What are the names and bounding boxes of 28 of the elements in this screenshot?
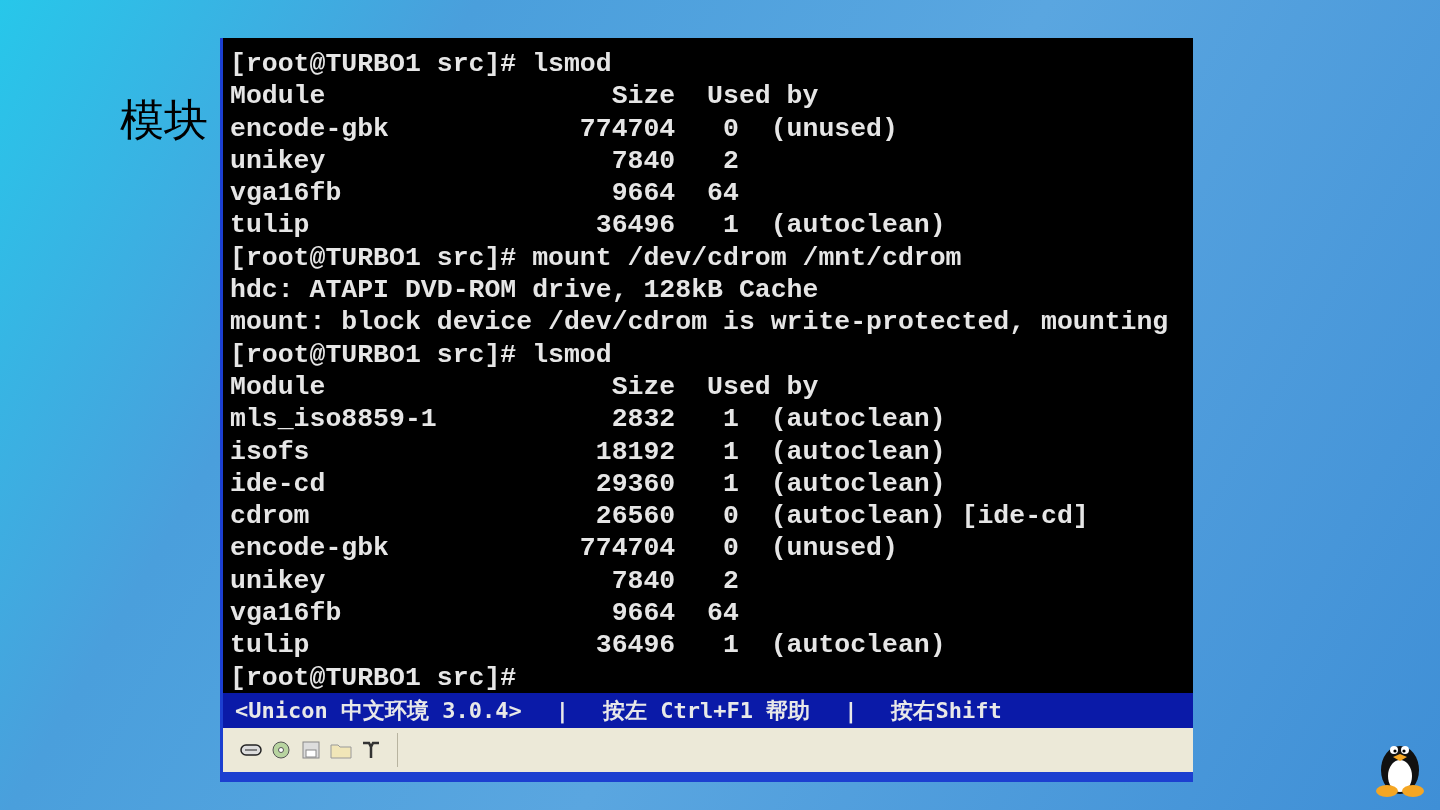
- terminal-line: Module Size Used by: [230, 370, 819, 404]
- terminal-line: unikey 7840 2: [230, 564, 739, 598]
- terminal-line: ide-cd 29360 1 (autoclean): [230, 467, 946, 501]
- terminal-line: cdrom 26560 0 (autoclean) [ide-cd]: [230, 500, 1089, 533]
- terminal-line: mls_iso8859-1 2832 1 (autoclean): [230, 403, 946, 436]
- terminal-line: [root@TURBO1 src]# lsmod: [230, 338, 612, 371]
- terminal-line: tulip 36496 1 (autoclean): [230, 209, 946, 242]
- terminal-line: isofs 18192 1 (autoclean): [230, 435, 946, 468]
- status-text: |: [555, 698, 569, 723]
- terminal-line: [root@TURBO1 src]#: [230, 661, 517, 693]
- disc-icon[interactable]: [269, 738, 293, 762]
- terminal-line: encode-gbk 774704 0 (unused): [230, 532, 898, 565]
- terminal-line: encode-gbk 774704 0 (unused): [230, 112, 898, 145]
- status-text: 按左 Ctrl+F1 帮助: [602, 696, 811, 725]
- terminal-line: Module Size Used by: [230, 80, 819, 113]
- terminal-line: unikey 7840 2: [230, 144, 739, 178]
- status-text: <Unicon 中文环境 3.0.4>: [235, 696, 522, 725]
- terminal-line: [root@TURBO1 src]# mount /dev/cdrom /mnt/cdrom: [230, 241, 962, 275]
- slide-title: 模块: [120, 93, 209, 147]
- terminal-line: vga16fb 9664 64: [230, 177, 739, 210]
- floppy-icon[interactable]: [299, 738, 323, 762]
- terminal-line: [root@TURBO1 src]# lsmod: [230, 48, 612, 81]
- terminal-line: tulip 36496 1 (autoclean): [230, 629, 946, 662]
- status-text: |: [844, 698, 858, 723]
- terminal-line: hdc: ATAPI DVD-ROM drive, 128kB Cache: [230, 274, 819, 307]
- terminal-line: vga16fb 9664 64: [230, 597, 739, 630]
- status-text: 按右Shift: [891, 696, 1002, 725]
- terminal-line: mount: block device /dev/cdrom is write-protected, mounting: [230, 306, 1169, 339]
